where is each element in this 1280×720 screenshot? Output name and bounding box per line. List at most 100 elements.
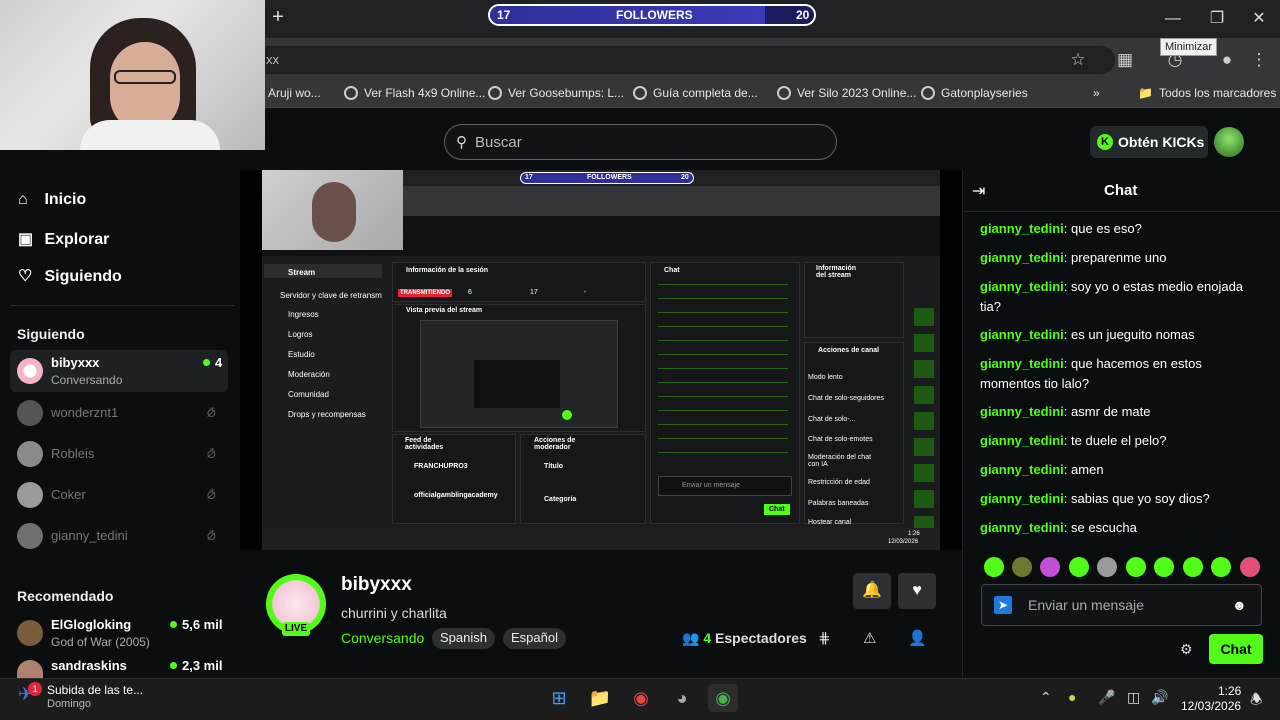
nav-explore[interactable]: ▣ Explorar bbox=[18, 229, 109, 249]
chat-send-button[interactable]: Chat bbox=[1209, 634, 1263, 664]
preview-transmitting: TRANSMITIENDO bbox=[398, 289, 452, 297]
live-dot bbox=[203, 359, 210, 366]
bookmark-item[interactable]: Gatonplayseries bbox=[921, 86, 1028, 100]
emote-icon[interactable] bbox=[984, 557, 1004, 577]
avatar bbox=[17, 358, 43, 384]
follow-button[interactable]: ♥ bbox=[898, 573, 936, 609]
bookmark-star-icon[interactable]: ☆ bbox=[1067, 49, 1089, 71]
chat-message: gianny_tedini: es un jueguito nomas bbox=[980, 327, 1195, 342]
emote-icon[interactable] bbox=[1211, 557, 1231, 577]
obs-app-icon[interactable]: ◕ bbox=[667, 684, 697, 712]
viewers-icon: 👥 bbox=[682, 630, 700, 646]
all-bookmarks[interactable]: 📁 Todos los marcadores bbox=[1138, 86, 1276, 100]
preview-session-title: Información de la sesión bbox=[406, 267, 489, 274]
notification-title[interactable]: Subida de las te... bbox=[47, 683, 143, 697]
chat-message: gianny_tedini: amen bbox=[980, 462, 1104, 477]
chat-input-placeholder: Enviar un mensaje bbox=[1028, 597, 1144, 613]
followers-goal-bar: 17 FOLLOWERS 20 bbox=[488, 4, 816, 26]
recommended-title: Recomendado bbox=[17, 588, 114, 604]
offline-icon: ⦳ bbox=[207, 529, 216, 543]
chat-settings-icon[interactable]: ⚙ bbox=[1180, 641, 1193, 658]
notification-app-icon[interactable]: ✈ 1 bbox=[18, 682, 42, 708]
menu-icon[interactable]: ⋮ bbox=[1248, 49, 1270, 71]
stream-video-content: 17 FOLLOWERS 20 Stream Servidor y clave … bbox=[262, 170, 940, 550]
preview-mod-title: Acciones de moderador bbox=[534, 437, 576, 451]
minimize-button[interactable]: — bbox=[1151, 4, 1195, 34]
bookmarks-overflow[interactable]: » bbox=[1093, 86, 1100, 100]
emote-icon[interactable] bbox=[1097, 557, 1117, 577]
bookmark-item[interactable]: Ver Goosebumps: L... bbox=[488, 86, 624, 100]
preview-followers-goal: 20 bbox=[681, 174, 689, 181]
tag-spanish[interactable]: Spanish bbox=[432, 628, 495, 649]
bookmark-item[interactable]: Aruji wo... bbox=[268, 86, 321, 100]
recommended-name[interactable]: sandraskins bbox=[51, 658, 127, 673]
collapse-chat-icon[interactable]: ⇥ bbox=[972, 181, 985, 201]
offline-icon: ⦳ bbox=[207, 406, 216, 420]
bookmark-item[interactable]: Ver Silo 2023 Online... bbox=[777, 86, 916, 100]
tray-app-icon[interactable]: ● bbox=[1068, 689, 1076, 705]
recommended-name[interactable]: ElGlogloking bbox=[51, 617, 131, 632]
following-name[interactable]: Robleis bbox=[51, 446, 94, 461]
nav-following[interactable]: ♡ Siguiendo bbox=[18, 266, 122, 286]
file-explorer-icon[interactable]: 📁 bbox=[585, 684, 615, 712]
extensions-icon[interactable]: ▦ bbox=[1114, 49, 1136, 71]
start-menu-icon[interactable]: ⊞ bbox=[544, 684, 574, 712]
tag-espanol[interactable]: Español bbox=[503, 628, 566, 649]
webcam-overlay bbox=[0, 0, 265, 150]
avatar[interactable] bbox=[17, 523, 43, 549]
emote-icon[interactable] bbox=[1126, 557, 1146, 577]
emote-icon[interactable] bbox=[1040, 557, 1060, 577]
globe-icon bbox=[488, 86, 502, 100]
avatar[interactable] bbox=[17, 441, 43, 467]
nav-home[interactable]: ⌂ Inicio bbox=[18, 191, 86, 209]
preview-menu-item: Comunidad bbox=[288, 390, 329, 399]
tray-overflow-icon[interactable]: ⌃ bbox=[1040, 689, 1052, 706]
notification-subtitle: Domingo bbox=[47, 698, 92, 710]
followers-goal: 20 bbox=[796, 8, 810, 22]
recommended-viewers: 5,6 mil bbox=[170, 617, 222, 632]
close-window-button[interactable]: ✕ bbox=[1237, 4, 1280, 34]
streamer-name[interactable]: bibyxxx bbox=[341, 574, 412, 596]
avatar[interactable] bbox=[17, 482, 43, 508]
user-avatar[interactable] bbox=[1214, 127, 1244, 157]
recommended-viewers: 2,3 mil bbox=[170, 658, 222, 673]
new-tab-button[interactable]: + bbox=[268, 6, 288, 30]
globe-icon bbox=[633, 86, 647, 100]
emote-icon[interactable] bbox=[1069, 557, 1089, 577]
emote-icon[interactable] bbox=[1154, 557, 1174, 577]
restore-button[interactable]: ❐ bbox=[1195, 4, 1239, 34]
preview-stream-label: Stream bbox=[288, 268, 316, 277]
stream-category[interactable]: Conversando bbox=[341, 630, 424, 646]
notifications-icon[interactable]: 🕭 bbox=[1250, 689, 1263, 713]
emote-icon[interactable] bbox=[1012, 557, 1032, 577]
emote-icon[interactable] bbox=[1240, 557, 1260, 577]
add-friend-button[interactable]: 👤 bbox=[908, 629, 927, 647]
avatar[interactable] bbox=[17, 620, 43, 646]
bookmark-item[interactable]: Ver Flash 4x9 Online... bbox=[344, 86, 485, 100]
globe-icon bbox=[777, 86, 791, 100]
notification-bell-button[interactable]: 🔔 bbox=[853, 573, 891, 609]
share-button[interactable]: ⋕ bbox=[818, 629, 831, 647]
address-field[interactable] bbox=[265, 46, 1115, 74]
profile-icon[interactable]: ● bbox=[1216, 49, 1238, 71]
chrome-app-icon[interactable]: ◉ bbox=[626, 684, 656, 712]
report-button[interactable]: ⚠ bbox=[863, 629, 876, 647]
bookmark-item[interactable]: Guía completa de... bbox=[633, 86, 758, 100]
clock-date[interactable]: 12/03/2026 bbox=[1181, 699, 1241, 713]
share-icon: ⋕ bbox=[818, 630, 831, 647]
chat-message: gianny_tedini: asmr de mate bbox=[980, 404, 1151, 419]
emoji-picker-icon[interactable]: ☻ bbox=[1232, 597, 1247, 613]
following-name: bibyxxx bbox=[51, 355, 100, 370]
avatar[interactable] bbox=[17, 400, 43, 426]
clock-time[interactable]: 1:26 bbox=[1218, 684, 1241, 698]
following-name[interactable]: Coker bbox=[51, 487, 86, 502]
chat-message: gianny_tedini: que es eso? bbox=[980, 221, 1142, 236]
chrome-active-icon[interactable]: ◉ bbox=[708, 684, 738, 712]
emote-icon[interactable] bbox=[1183, 557, 1203, 577]
microphone-icon[interactable]: 🎤 bbox=[1098, 689, 1115, 706]
followers-current: 17 bbox=[497, 8, 511, 22]
display-icon[interactable]: ◫ bbox=[1127, 689, 1140, 706]
following-name[interactable]: gianny_tedini bbox=[51, 528, 128, 543]
volume-icon[interactable]: 🔊 bbox=[1151, 689, 1168, 706]
following-name[interactable]: wonderznt1 bbox=[51, 405, 118, 420]
